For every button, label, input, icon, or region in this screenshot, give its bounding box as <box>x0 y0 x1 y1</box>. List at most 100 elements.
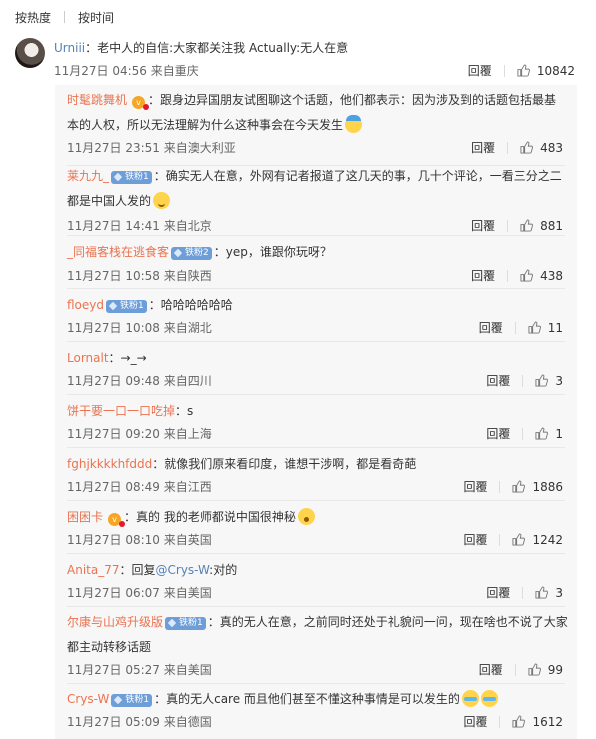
thumbs-up-icon[interactable] <box>535 586 549 599</box>
action-divider <box>507 269 509 282</box>
reply-username[interactable]: Anita_77 <box>67 563 119 577</box>
reply-date: 11月27日 14:41 来自北京 <box>67 219 212 233</box>
divider <box>67 500 565 501</box>
reply-username[interactable]: 莱九九_ <box>67 169 109 183</box>
list-item: _同福客栈在逃食客 铁粉2 ：yep，谁跟你玩呀？ 11月27日 10:58 来自陕… <box>55 240 577 284</box>
reply-actions: 回覆 1886 <box>463 478 563 495</box>
thumbs-up-icon[interactable] <box>528 321 541 334</box>
cry-emoji-icon <box>480 690 498 707</box>
reply-body-continued: 都是中国人发的 <box>67 189 567 214</box>
sort-by-hot-tab[interactable]: 按热度 <box>15 9 51 26</box>
reply-body: Crys-W 铁粉1 ：真的无人care 而且他们甚至不懂这种事情是可以发生的 <box>67 687 567 712</box>
mention-link[interactable]: @Crys-W <box>156 563 210 577</box>
action-divider <box>503 64 505 77</box>
reply-text: ：真的 我的老师都说中国很神秘 <box>124 510 296 524</box>
reply-button[interactable]: 回覆 <box>468 62 492 79</box>
action-divider <box>499 533 501 546</box>
thumbs-up-icon[interactable] <box>535 374 549 387</box>
action-divider <box>522 427 524 440</box>
reply-button[interactable]: 回覆 <box>471 267 495 284</box>
thumbs-up-icon[interactable] <box>512 533 526 546</box>
action-divider <box>507 141 509 154</box>
thumbs-up-icon[interactable] <box>520 269 534 282</box>
reply-username[interactable]: Lornalt <box>67 351 109 365</box>
sort-divider <box>64 11 66 23</box>
thumbs-up-icon[interactable] <box>512 480 526 493</box>
thumbs-up-icon[interactable] <box>528 663 541 676</box>
divider <box>67 447 565 448</box>
reply-button[interactable]: 回覆 <box>479 319 503 336</box>
reply-username[interactable]: 困困卡 <box>67 510 103 524</box>
divider <box>67 394 565 395</box>
reply-date: 11月27日 09:20 来自上海 <box>67 427 212 441</box>
reply-body: 饼干要一口一口吃掉：s <box>67 399 567 424</box>
reply-username[interactable]: Crys-W <box>67 692 109 706</box>
reply-username[interactable]: 饼干要一口一口吃掉 <box>67 404 175 418</box>
reply-username[interactable]: 时髦跳舞机 <box>67 93 127 107</box>
reply-body: Lornalt：→_→ <box>67 346 567 371</box>
thumbs-up-icon[interactable] <box>520 141 534 154</box>
reply-button[interactable]: 回覆 <box>463 713 487 730</box>
vip-badge: v <box>132 96 150 110</box>
reply-button[interactable]: 回覆 <box>463 531 487 548</box>
comment-date: 11月27日 04:56 来自重庆 <box>54 64 199 78</box>
comment-body: Urniii：老中人的自信:大家都关注我 Actually:无人在意 <box>54 39 348 56</box>
reply-body: 时髦跳舞机 v ：跟身边异国朋友试图聊这个话题，他们都表示：因为涉及到的话题包括最基 <box>67 88 567 113</box>
like-count: 99 <box>547 662 563 677</box>
reply-date: 11月27日 08:10 来自英国 <box>67 533 212 547</box>
reply-date: 11月27日 23:51 来自澳大利亚 <box>67 141 236 155</box>
reply-date: 11月27日 10:58 来自陕西 <box>67 269 212 283</box>
surprise-emoji-icon <box>297 508 315 525</box>
like-count: 1242 <box>532 532 563 547</box>
fan-badge: 铁粉1 <box>165 617 206 630</box>
reply-body: 困困卡 v ：真的 我的老师都说中国很神秘 <box>67 505 567 530</box>
reply-button[interactable]: 回覆 <box>486 425 510 442</box>
reply-date: 11月27日 09:48 来自四川 <box>67 374 212 388</box>
avatar[interactable] <box>15 38 45 68</box>
like-count: 881 <box>540 218 563 233</box>
reply-text: ：哈哈哈哈哈哈 <box>148 298 233 312</box>
reply-button[interactable]: 回覆 <box>486 372 510 389</box>
reply-text: ：→_→ <box>108 351 147 365</box>
thumbs-up-icon[interactable] <box>512 715 526 728</box>
thumbs-up-icon[interactable] <box>520 219 534 232</box>
smile-emoji-icon <box>153 192 171 209</box>
reply-text: ：yep，谁跟你玩呀？ <box>213 245 332 259</box>
like-count: 3 <box>555 373 563 388</box>
reply-username[interactable]: 尔康与山鸡升级版 <box>67 615 163 629</box>
comment-text: ：老中人的自信:大家都关注我 Actually:无人在意 <box>85 41 349 55</box>
reply-username[interactable]: floeyd <box>67 298 104 312</box>
fan-badge: 铁粉2 <box>171 247 212 260</box>
reply-username[interactable]: fghjkkkkhfddd <box>67 457 152 471</box>
like-count: 1886 <box>532 479 563 494</box>
reply-button[interactable]: 回覆 <box>463 478 487 495</box>
list-item: 饼干要一口一口吃掉：s 11月27日 09:20 来自上海 回覆 1 <box>55 399 577 443</box>
reply-actions: 回覆 438 <box>471 267 563 284</box>
sort-by-time-tab[interactable]: 按时间 <box>78 9 114 26</box>
reply-body: 尔康与山鸡升级版 铁粉1 ：真的无人在意，之前同时还处于礼貌问一问，现在啥也不说了大… <box>67 610 568 635</box>
reply-username[interactable]: _同福客栈在逃食客 <box>67 245 169 259</box>
action-divider <box>522 374 524 387</box>
reply-button[interactable]: 回覆 <box>486 584 510 601</box>
comment-username[interactable]: Urniii <box>54 41 85 55</box>
thumbs-up-icon[interactable] <box>517 64 530 77</box>
reply-actions: 回覆 3 <box>486 372 563 389</box>
reply-body: floeyd 铁粉1 ：哈哈哈哈哈哈 <box>67 293 567 318</box>
reply-button[interactable]: 回覆 <box>471 139 495 156</box>
reply-actions: 回覆 1612 <box>463 713 563 730</box>
list-item: 困困卡 v ：真的 我的老师都说中国很神秘 11月27日 08:10 来自英国 回覆… <box>55 505 577 549</box>
reply-actions: 回覆 483 <box>471 139 563 156</box>
reply-button[interactable]: 回覆 <box>471 217 495 234</box>
fan-badge: 铁粉1 <box>111 171 152 184</box>
divider <box>67 606 565 607</box>
reply-text: ：回复 <box>119 563 156 577</box>
list-item: fghjkkkkhfddd：就像我们原来看印度，谁想干涉啊，都是看奇葩 11月2… <box>55 452 577 496</box>
thumbs-up-icon[interactable] <box>535 427 549 440</box>
reply-body-continued: 都主动转移话题 <box>67 635 567 660</box>
reply-text: ：跟身边异国朋友试图聊这个话题，他们都表示：因为涉及到的话题包括最基 <box>148 93 557 107</box>
action-divider <box>514 321 516 334</box>
reply-button[interactable]: 回覆 <box>479 661 503 678</box>
list-item: 莱九九_ 铁粉1 ：确实无人在意，外网有记者报道了这几天的事，几十个评论，一看三分之… <box>55 164 577 234</box>
reply-list: 时髦跳舞机 v ：跟身边异国朋友试图聊这个话题，他们都表示：因为涉及到的话题包括最基… <box>55 85 577 739</box>
list-item: 时髦跳舞机 v ：跟身边异国朋友试图聊这个话题，他们都表示：因为涉及到的话题包括最基… <box>55 88 577 156</box>
